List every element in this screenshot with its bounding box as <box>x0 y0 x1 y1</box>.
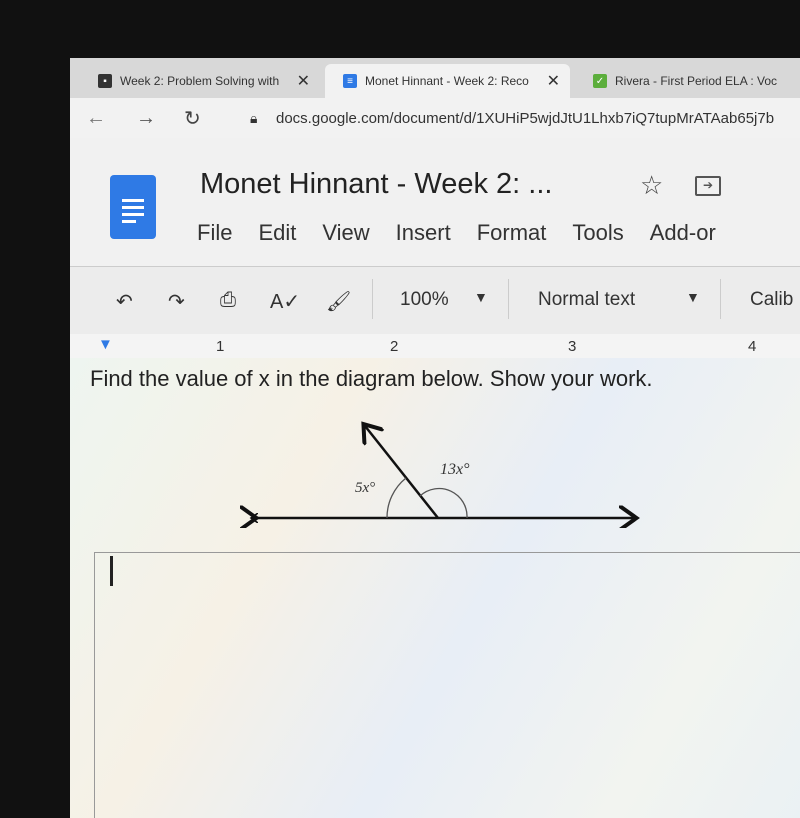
font-select[interactable]: Calib <box>750 289 793 311</box>
close-icon[interactable]: ✕ <box>547 71 560 91</box>
lock-icon: 🔒︎ <box>250 109 258 126</box>
ruler-mark: 3 <box>568 338 577 355</box>
chevron-down-icon: ▼ <box>686 289 700 305</box>
tab-title: Rivera - First Period ELA : Voc <box>615 74 778 88</box>
move-to-folder-icon[interactable]: ➔ <box>695 176 721 196</box>
ruler-mark: 4 <box>748 338 757 355</box>
classroom-icon: ▪ <box>98 74 112 88</box>
angle-label-left: 5x° <box>355 480 375 496</box>
menu-format[interactable]: Format <box>477 220 547 246</box>
paint-format-icon[interactable]: 🖌︎ <box>326 289 351 314</box>
close-icon[interactable]: ✕ <box>297 71 310 91</box>
docs-icon: ≡ <box>343 74 357 88</box>
style-select[interactable]: Normal text <box>538 289 635 311</box>
menu-file[interactable]: File <box>197 220 232 246</box>
tab-title: Week 2: Problem Solving with <box>120 74 280 88</box>
reload-icon[interactable]: ↻ <box>184 106 201 131</box>
question-text: Find the value of x in the diagram below… <box>90 366 653 391</box>
answer-box[interactable] <box>94 552 800 818</box>
screen: ▪ Week 2: Problem Solving with ✕ ≡ Monet… <box>70 58 800 818</box>
indent-marker-icon[interactable]: ▼ <box>98 336 113 353</box>
star-icon[interactable]: ☆ <box>640 170 663 201</box>
chevron-down-icon: ▼ <box>474 289 488 305</box>
tab-title: Monet Hinnant - Week 2: Reco <box>365 74 529 88</box>
menu-bar: File Edit View Insert Format Tools Add-o… <box>197 220 742 246</box>
angle-label-right: 13x° <box>440 461 470 478</box>
ruler[interactable]: ▼ 1 2 3 4 <box>70 334 800 358</box>
spellcheck-icon[interactable]: A✓ <box>270 289 300 314</box>
menu-addons[interactable]: Add-or <box>650 220 716 246</box>
url-input[interactable]: docs.google.com/document/d/1XUHiP5wjdJtU… <box>276 110 774 127</box>
angle-arc-left <box>386 477 407 519</box>
docs-logo-icon[interactable] <box>110 175 156 239</box>
document-title[interactable]: Monet Hinnant - Week 2: ... <box>200 168 552 201</box>
zoom-select[interactable]: 100% <box>400 289 449 311</box>
tab-classroom[interactable]: ▪ Week 2: Problem Solving with ✕ <box>80 64 320 98</box>
undo-icon[interactable]: ↶ <box>116 289 133 314</box>
menu-edit[interactable]: Edit <box>258 220 296 246</box>
ruler-mark: 1 <box>216 338 225 355</box>
ruler-mark: 2 <box>390 338 399 355</box>
document-page[interactable]: Find the value of x in the diagram below… <box>70 358 800 818</box>
menu-insert[interactable]: Insert <box>396 220 451 246</box>
address-bar: ← → ↻ 🔒︎ docs.google.com/document/d/1XUH… <box>70 98 800 138</box>
redo-icon[interactable]: ↷ <box>168 289 185 314</box>
forward-icon[interactable]: → <box>136 107 156 130</box>
tab-rivera[interactable]: ✓ Rivera - First Period ELA : Voc <box>575 64 800 98</box>
ray <box>365 426 439 519</box>
text-cursor <box>110 556 113 586</box>
menu-tools[interactable]: Tools <box>572 220 623 246</box>
toolbar: ↶ ↷ ⎙ A✓ 🖌︎ 100% ▼ Normal text ▼ Calib <box>70 266 800 334</box>
print-icon[interactable]: ⎙ <box>220 289 236 312</box>
check-icon: ✓ <box>593 74 607 88</box>
menu-view[interactable]: View <box>322 220 369 246</box>
back-icon[interactable]: ← <box>86 107 106 130</box>
angle-diagram: 5x° 13x° <box>240 418 640 528</box>
tab-docs[interactable]: ≡ Monet Hinnant - Week 2: Reco ✕ <box>325 64 570 98</box>
tab-bar: ▪ Week 2: Problem Solving with ✕ ≡ Monet… <box>70 58 800 98</box>
